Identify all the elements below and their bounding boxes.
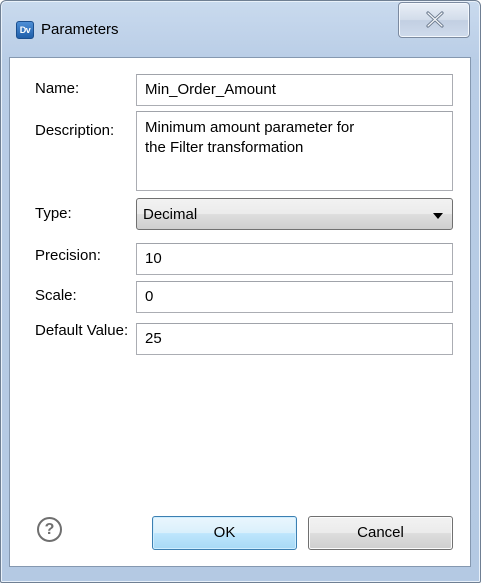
- precision-field[interactable]: 10: [136, 243, 453, 275]
- ok-button[interactable]: OK: [152, 516, 297, 550]
- window-title: Parameters: [41, 21, 119, 38]
- default-value-field[interactable]: 25: [136, 323, 453, 355]
- scale-label: Scale:: [35, 287, 77, 304]
- description-field[interactable]: Minimum amount parameter for the Filter …: [136, 111, 453, 191]
- help-question-icon[interactable]: ?: [37, 517, 62, 542]
- close-button[interactable]: [398, 2, 470, 38]
- chevron-down-icon: [433, 213, 443, 219]
- window-bottom-edge: [2, 567, 479, 581]
- name-label: Name:: [35, 80, 80, 97]
- title-bar[interactable]: Dv Parameters: [1, 1, 480, 57]
- dv-app-icon: Dv: [16, 21, 34, 39]
- name-field[interactable]: Min_Order_Amount: [136, 74, 453, 106]
- type-select[interactable]: Decimal: [136, 198, 453, 230]
- parameters-dialog: Dv Parameters Name: Min_Order_Amount Des…: [0, 0, 481, 583]
- description-label: Description:: [35, 122, 115, 139]
- close-x-icon: [426, 11, 444, 28]
- dialog-content: Name: Min_Order_Amount Description: Mini…: [9, 57, 471, 567]
- type-select-value: Decimal: [143, 206, 198, 223]
- scale-field[interactable]: 0: [136, 281, 453, 313]
- default-value-label: Default Value:: [35, 322, 129, 339]
- type-label: Type:: [35, 205, 72, 222]
- cancel-button[interactable]: Cancel: [308, 516, 453, 550]
- precision-label: Precision:: [35, 247, 101, 264]
